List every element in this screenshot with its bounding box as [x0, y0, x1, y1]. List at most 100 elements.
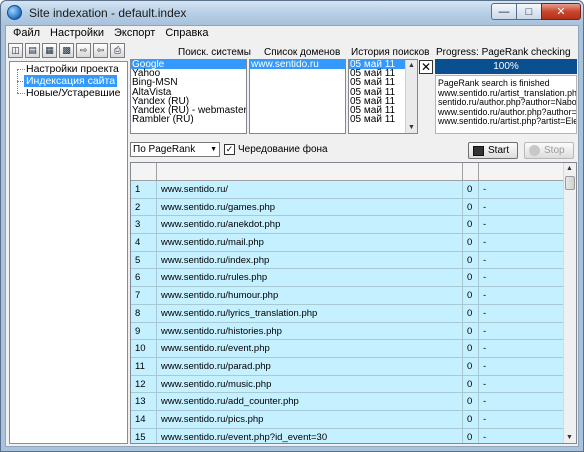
- scroll-up-icon[interactable]: ▲: [564, 163, 575, 174]
- row-number: 1: [131, 181, 157, 198]
- menu-bar: Файл Настройки Экспорт Справка: [6, 26, 578, 42]
- import-icon[interactable]: ⇦: [93, 43, 108, 58]
- row-extra: -: [483, 396, 487, 408]
- row-number: 15: [131, 428, 157, 443]
- results-grid: 1 www.sentido.ru/0-2 www.sentido.ru/games.…: [130, 162, 577, 444]
- grid-header-url[interactable]: [157, 163, 463, 180]
- table-row[interactable]: 3 www.sentido.ru/anekdot.php 0-: [131, 216, 564, 235]
- save-icon[interactable]: ▦: [42, 43, 57, 58]
- clear-history-button[interactable]: ✕: [419, 60, 433, 74]
- scroll-thumb[interactable]: [565, 176, 575, 190]
- row-url: www.sentido.ru/parad.php: [157, 357, 463, 375]
- history-scrollbar[interactable]: ▲ ▼: [405, 60, 417, 133]
- sort-select[interactable]: По PageRank ▼: [130, 142, 220, 157]
- table-row[interactable]: 15 www.sentido.ru/event.php?id_event=30 0-: [131, 428, 564, 443]
- row-url: www.sentido.ru/: [157, 181, 463, 198]
- row-pagerank: 0: [463, 269, 479, 287]
- row-pagerank: 0: [463, 304, 479, 322]
- scroll-down-icon[interactable]: ▼: [406, 122, 417, 133]
- table-row[interactable]: 12 www.sentido.ru/music.php 0-: [131, 375, 564, 394]
- stop-button[interactable]: Stop: [524, 142, 574, 159]
- domains-label: Список доменов: [264, 47, 341, 58]
- table-row[interactable]: 10 www.sentido.ru/event.php 0-: [131, 340, 564, 358]
- print-icon[interactable]: ⎙: [110, 43, 125, 58]
- row-pagerank: 0: [463, 357, 479, 375]
- grid-rows: 1 www.sentido.ru/0-2 www.sentido.ru/games.…: [131, 181, 564, 443]
- row-pagerank: 0: [463, 251, 479, 269]
- tree-item-new-obsolete[interactable]: Новые/Устаревшие: [24, 87, 122, 99]
- tree-item-site-indexation[interactable]: Индексация сайта: [24, 75, 118, 87]
- row-pagerank: 0: [463, 322, 479, 340]
- row-url: www.sentido.ru/histories.php: [157, 322, 463, 340]
- app-window: Site indexation - default.index — □ ✕ Фа…: [0, 0, 584, 452]
- row-pagerank: 0: [463, 375, 479, 393]
- grid-header-num[interactable]: [131, 163, 157, 180]
- progress-bar: 100%: [435, 59, 577, 74]
- domains-list[interactable]: www.sentido.ru: [249, 59, 346, 134]
- search-engines-list[interactable]: Google Yahoo Bing-MSN AltaVista Yandex (…: [130, 59, 247, 134]
- table-row[interactable]: 7 www.sentido.ru/humour.php 0-: [131, 287, 564, 305]
- scroll-up-icon[interactable]: ▲: [406, 60, 417, 71]
- alternate-bg-checkbox[interactable]: ✓: [224, 144, 235, 155]
- sort-select-value: По PageRank: [133, 144, 196, 155]
- row-number: 4: [131, 234, 157, 251]
- row-url: www.sentido.ru/games.php: [157, 198, 463, 216]
- row-number: 14: [131, 410, 157, 428]
- row-pagerank: 0: [463, 216, 479, 234]
- row-pagerank: 0: [463, 198, 479, 216]
- grid-scrollbar[interactable]: ▲ ▼: [563, 163, 576, 443]
- menu-help[interactable]: Справка: [160, 26, 213, 42]
- new-icon[interactable]: ◫: [8, 43, 23, 58]
- table-row[interactable]: 11 www.sentido.ru/parad.php 0-: [131, 357, 564, 376]
- row-extra: -: [483, 325, 487, 337]
- row-url: www.sentido.ru/add_counter.php: [157, 393, 463, 410]
- row-url: www.sentido.ru/pics.php: [157, 410, 463, 428]
- table-row[interactable]: 13 www.sentido.ru/add_counter.php 0-: [131, 393, 564, 411]
- progress-label: Progress: PageRank checking: [436, 47, 571, 58]
- row-extra: -: [483, 290, 487, 302]
- row-number: 3: [131, 216, 157, 234]
- close-button[interactable]: ✕: [541, 3, 581, 20]
- status-log: PageRank search is finished www.sentido.…: [435, 75, 577, 134]
- open-icon[interactable]: ▤: [25, 43, 40, 58]
- table-row[interactable]: 8 www.sentido.ru/lyrics_translation.php 0-: [131, 304, 564, 323]
- row-number: 11: [131, 357, 157, 375]
- table-row[interactable]: 1 www.sentido.ru/0-: [131, 181, 564, 199]
- title-bar[interactable]: Site indexation - default.index — □ ✕: [1, 1, 583, 25]
- list-item[interactable]: www.sentido.ru: [250, 60, 345, 70]
- window-title: Site indexation - default.index: [29, 6, 187, 20]
- list-item[interactable]: Rambler (RU): [131, 115, 246, 125]
- maximize-button[interactable]: □: [516, 3, 542, 20]
- grid-header-extra[interactable]: [479, 163, 564, 180]
- tree-item-project-settings[interactable]: Настройки проекта: [24, 63, 121, 75]
- row-extra: -: [483, 431, 487, 443]
- row-url: www.sentido.ru/event.php: [157, 340, 463, 357]
- chevron-down-icon[interactable]: ▼: [210, 143, 217, 156]
- menu-file[interactable]: Файл: [8, 26, 45, 42]
- grid-header-pr[interactable]: [463, 163, 479, 180]
- scroll-down-icon[interactable]: ▼: [564, 432, 575, 443]
- close-icon: ✕: [420, 60, 432, 74]
- row-extra: -: [483, 307, 487, 319]
- table-row[interactable]: 4 www.sentido.ru/mail.php 0-: [131, 234, 564, 252]
- table-row[interactable]: 14 www.sentido.ru/pics.php 0-: [131, 410, 564, 429]
- menu-settings[interactable]: Настройки: [45, 26, 109, 42]
- table-row[interactable]: 5 www.sentido.ru/index.php 0-: [131, 251, 564, 270]
- save-as-icon[interactable]: ▩: [59, 43, 74, 58]
- menu-export[interactable]: Экспорт: [109, 26, 160, 42]
- table-row[interactable]: 2 www.sentido.ru/games.php 0-: [131, 198, 564, 217]
- start-button[interactable]: Start: [468, 142, 518, 159]
- row-url: www.sentido.ru/mail.php: [157, 234, 463, 251]
- row-extra: -: [483, 201, 487, 213]
- row-url: www.sentido.ru/music.php: [157, 375, 463, 393]
- history-list[interactable]: 05 май 11 05 май 11 05 май 11 05 май 11 …: [348, 59, 418, 134]
- table-row[interactable]: 9 www.sentido.ru/histories.php 0-: [131, 322, 564, 341]
- row-pagerank: 0: [463, 340, 479, 357]
- row-pagerank: 0: [463, 428, 479, 443]
- minimize-button[interactable]: —: [491, 3, 517, 20]
- table-row[interactable]: 6 www.sentido.ru/rules.php 0-: [131, 269, 564, 288]
- export-icon[interactable]: ⇨: [76, 43, 91, 58]
- row-pagerank: 0: [463, 410, 479, 428]
- stop-label: Stop: [544, 145, 565, 156]
- row-number: 10: [131, 340, 157, 357]
